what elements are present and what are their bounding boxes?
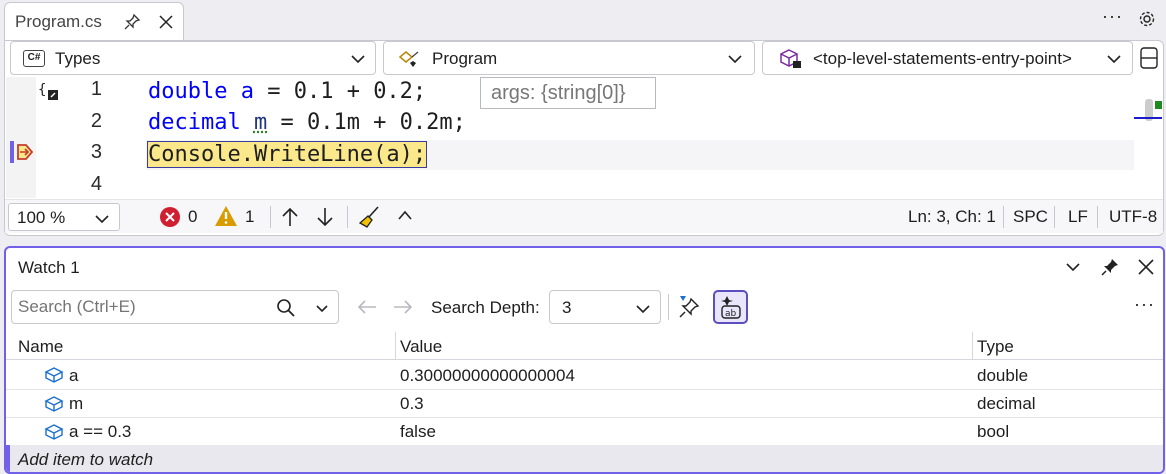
table-row[interactable]: a 0.30000000000000004 double (6, 361, 1163, 389)
line-ending-indicator[interactable]: LF (1068, 207, 1088, 227)
pin-icon[interactable] (123, 13, 141, 31)
code-text: = 0.1 + 0.2; (253, 79, 427, 104)
parameter-hint-tooltip: args: {string[0]} (480, 77, 656, 109)
watch-item-type: double (977, 366, 1029, 385)
types-dropdown[interactable]: C# Types (10, 41, 376, 75)
chevron-down-icon (1107, 55, 1121, 64)
class-icon (398, 51, 419, 67)
arrow-up-icon[interactable] (281, 207, 299, 227)
current-statement: Console.WriteLine(a); (146, 141, 428, 168)
search-depth-label: Search Depth: (431, 298, 540, 317)
ai-explain-toggle-button[interactable]: ab (713, 290, 748, 324)
document-tab[interactable]: Program.cs (4, 2, 184, 42)
cube-lock-icon (780, 49, 801, 68)
cursor-position[interactable]: Ln: 3, Ch: 1 (908, 207, 996, 227)
line-number: 2 (90, 110, 102, 132)
chevron-down-icon (636, 305, 650, 314)
zoom-level: 100 % (17, 208, 66, 227)
search-options-chevron-icon[interactable] (316, 304, 328, 313)
add-item-row[interactable]: Add item to watch (6, 445, 1163, 472)
table-row[interactable]: m 0.3 decimal (6, 390, 1163, 417)
table-row[interactable]: a == 0.3 false bool (6, 418, 1163, 445)
chevron-down-icon (95, 215, 109, 224)
pin-source-icon[interactable] (677, 294, 703, 320)
encoding-indicator[interactable]: UTF-8 (1109, 207, 1157, 227)
watch-item-value[interactable]: false (400, 422, 436, 442)
error-icon[interactable] (159, 206, 181, 228)
line-number: 1 (90, 78, 102, 100)
entry-point-dropdown[interactable]: <top-level-statements-entry-point> (762, 41, 1133, 75)
arrow-down-icon[interactable] (316, 207, 334, 227)
watch-item-type: bool (977, 422, 1010, 441)
search-icon[interactable] (276, 298, 296, 318)
split-editor-icon[interactable] (1139, 46, 1159, 70)
settings-gear-icon[interactable] (1138, 10, 1156, 28)
line-number: 4 (90, 173, 102, 195)
editor-pane: Program.cs ··· C# Types Program <top-lev… (0, 0, 1166, 236)
code-text: = 0.1m + 0.2m; (267, 110, 466, 135)
search-depth-value: 3 (562, 298, 572, 317)
search-depth-dropdown[interactable]: 3 (549, 290, 661, 324)
identifier: a (240, 79, 254, 104)
types-dropdown-label: Types (55, 49, 101, 68)
field-cube-icon (44, 396, 64, 412)
chevron-down-icon (351, 55, 365, 64)
keyword: decimal (148, 110, 241, 135)
watch-table-header: Name Value Type (6, 332, 1163, 360)
code-line-2[interactable]: decimal m = 0.1m + 0.2m; (148, 108, 466, 138)
chevron-up-icon[interactable] (397, 209, 413, 221)
more-options-icon[interactable]: ··· (1102, 6, 1123, 27)
field-cube-icon (44, 367, 64, 383)
glyph-margin[interactable] (6, 77, 36, 198)
watch-window: Watch 1 Search Depth: 3 ab ··· Name Valu… (4, 246, 1165, 474)
entry-point-dropdown-label: <top-level-statements-entry-point> (813, 49, 1072, 68)
identifier: m (253, 110, 268, 135)
toolbar-separator (668, 294, 669, 320)
watch-item-value[interactable]: 0.30000000000000004 (400, 366, 575, 386)
current-statement-arrow-icon (10, 141, 34, 163)
watch-item-name: a (69, 366, 79, 385)
field-cube-icon (44, 424, 64, 440)
zoom-dropdown[interactable]: 100 % (8, 203, 120, 231)
svg-text:{: { (38, 82, 46, 98)
line-number: 3 (90, 141, 102, 163)
pin-window-icon[interactable] (1100, 257, 1120, 277)
watch-item-value[interactable]: 0.3 (400, 394, 424, 414)
more-options-icon[interactable]: ··· (1134, 294, 1155, 315)
watch-item-name: m (69, 394, 84, 413)
close-window-icon[interactable] (1137, 258, 1155, 276)
keyword: double (148, 79, 228, 104)
search-back-arrow-icon[interactable] (356, 298, 378, 316)
members-dropdown-label: Program (432, 49, 498, 68)
csharp-file-icon: C# (23, 50, 45, 67)
column-header-value[interactable]: Value (400, 337, 442, 357)
watch-window-title: Watch 1 (18, 258, 80, 277)
whitespace-indicator[interactable]: SPC (1013, 207, 1048, 227)
ab-sparkle-icon: ab (721, 296, 741, 319)
document-tab-title: Program.cs (15, 12, 102, 31)
search-forward-arrow-icon[interactable] (392, 298, 414, 316)
error-count[interactable]: 0 (188, 207, 197, 227)
window-position-chevron-icon[interactable] (1066, 262, 1080, 272)
chevron-down-icon (728, 55, 742, 64)
editor-status-bar: 100 % 0 1 Ln: 3, Ch: 1 SPC LF UTF-8 (5, 199, 1163, 233)
column-header-name[interactable]: Name (18, 337, 63, 357)
scrollbar-caret-marker (1134, 117, 1162, 119)
search-input[interactable] (18, 295, 264, 319)
warning-count[interactable]: 1 (245, 207, 254, 227)
broom-icon[interactable] (358, 205, 382, 229)
add-item-to-watch[interactable]: Add item to watch (18, 450, 153, 470)
code-line-3[interactable]: Console.WriteLine(a); (146, 140, 428, 170)
watch-item-name: a == 0.3 (69, 422, 132, 441)
members-dropdown[interactable]: Program (383, 41, 755, 75)
warning-icon[interactable] (214, 205, 238, 227)
watch-item-type: decimal (977, 394, 1036, 413)
svg-text:ab: ab (725, 309, 737, 319)
close-tab-icon[interactable] (157, 13, 175, 31)
scrollbar-change-marker (1155, 101, 1162, 109)
code-line-1[interactable]: double a = 0.1 + 0.2; (148, 77, 426, 107)
search-box[interactable] (11, 290, 339, 324)
column-header-type[interactable]: Type (977, 337, 1014, 357)
code-cleanup-icon[interactable]: { (38, 80, 62, 104)
